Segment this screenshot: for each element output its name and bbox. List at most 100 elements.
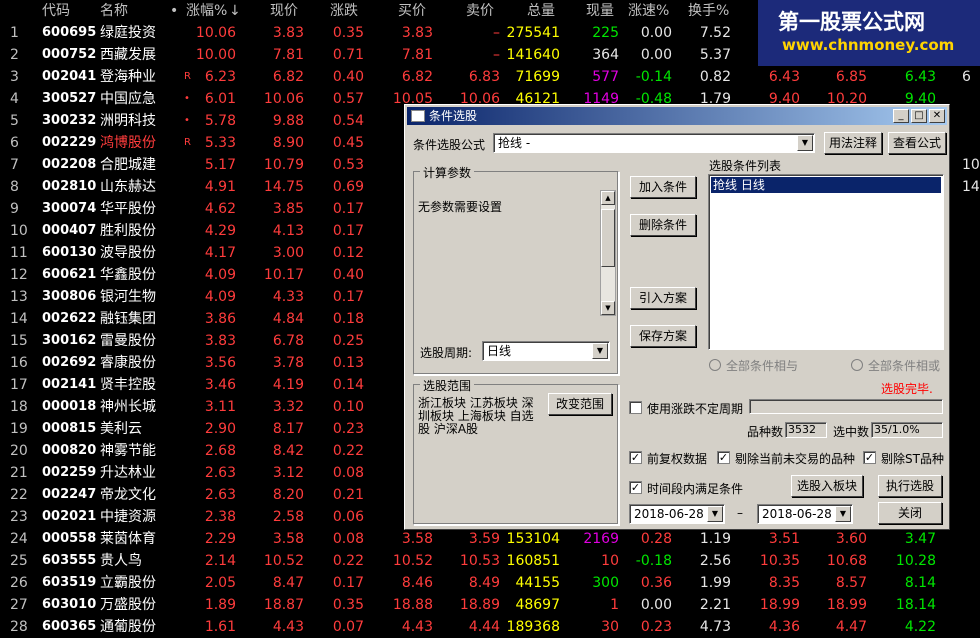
cell-pct: 4.17 [204, 245, 236, 261]
col-header-change[interactable]: 涨跌 [330, 0, 358, 22]
cell-code: 603010 [42, 597, 97, 612]
exclude-untraded-checkbox[interactable]: ✓ [717, 451, 730, 464]
condition-list[interactable]: 抢线 日线 [708, 174, 944, 350]
cell-i: 14 [10, 311, 28, 327]
col-header-name[interactable]: 名称 [100, 0, 128, 22]
cell-code: 000815 [42, 421, 97, 436]
table-row[interactable]: 24 000558 莱茵体育 2.29 3.58 0.08 3.58 3.59 153104 21… [0, 528, 980, 550]
condition-select-dialog[interactable]: 条件选股 _ □ ✕ 条件选股公式 抢线 - ▼ 用法注释 查看公式 计算参数 … [404, 104, 950, 530]
run-selection-button[interactable]: 执行选股 [878, 475, 942, 497]
add-to-block-button[interactable]: 选股入板块 [791, 475, 863, 497]
cell-ask: 10.53 [459, 553, 500, 569]
cell-turn: 2.21 [699, 597, 731, 613]
cell-edge [962, 418, 980, 440]
cell-pct: 3.11 [204, 399, 236, 415]
cell-name: 中国应急 [100, 91, 156, 107]
radio-and[interactable] [709, 359, 721, 371]
cell-ask: 8.49 [468, 575, 500, 591]
delete-condition-button[interactable]: 删除条件 [630, 214, 696, 236]
cell-code: 300232 [42, 113, 97, 128]
cell-chg: 0.10 [332, 399, 364, 415]
col-header-ask[interactable]: 卖价 [466, 0, 494, 22]
date-from-picker[interactable]: 2018-06-28 ▼ [629, 504, 725, 524]
cell-name: 贤丰控股 [100, 377, 156, 393]
minimize-icon[interactable]: _ [893, 109, 909, 123]
formula-select[interactable]: 抢线 - ▼ [493, 133, 815, 153]
cell-price: 10.79 [263, 157, 304, 173]
cell-code: 002247 [42, 487, 97, 502]
scroll-thumb[interactable] [601, 209, 615, 267]
cell-name: 华平股份 [100, 201, 156, 217]
exclude-st-label: 剔除ST品种 [881, 452, 944, 466]
save-scheme-button[interactable]: 保存方案 [630, 325, 696, 347]
table-row[interactable]: 26 603519 立霸股份 2.05 8.47 0.17 8.46 8.49 44155 300… [0, 572, 980, 594]
col-header-volume[interactable]: 总量 [527, 0, 555, 22]
params-scrollbar[interactable]: ▲ ▼ [600, 190, 616, 316]
cell-o: 3.51 [768, 531, 800, 547]
cell-edge [962, 550, 980, 572]
chevron-down-icon[interactable]: ▼ [707, 506, 723, 522]
cell-pct: 4.09 [204, 267, 236, 283]
col-header-bid[interactable]: 买价 [398, 0, 426, 22]
view-formula-button[interactable]: 查看公式 [888, 132, 946, 154]
col-header-current[interactable]: 现量 [586, 0, 614, 22]
cell-price: 6.82 [272, 69, 304, 85]
radio-or[interactable] [851, 359, 863, 371]
cell-i: 3 [10, 69, 19, 85]
cell-h: 6.85 [835, 69, 867, 85]
col-header-code[interactable]: 代码 [42, 0, 70, 22]
table-row[interactable]: 27 603010 万盛股份 1.89 18.87 0.35 18.88 18.89 48697… [0, 594, 980, 616]
chevron-down-icon[interactable]: ▼ [797, 135, 813, 151]
change-range-button[interactable]: 改变范围 [548, 393, 612, 415]
cell-i: 15 [10, 333, 28, 349]
table-row[interactable]: 3 002041 登海种业 R 6.23 6.82 0.40 6.82 6.83 71699 577… [0, 66, 980, 88]
cell-i: 7 [10, 157, 19, 173]
cell-price: 7.81 [272, 47, 304, 63]
cell-ask: 4.44 [468, 619, 500, 635]
cell-edge [962, 308, 980, 330]
close-button[interactable]: 关闭 [878, 502, 942, 524]
col-header-speed[interactable]: 涨速% [628, 0, 669, 22]
close-icon[interactable]: ✕ [929, 109, 945, 123]
table-row[interactable]: 28 600365 通葡股份 1.61 4.43 0.07 4.43 4.44 189368 30… [0, 616, 980, 638]
cell-l: 18.14 [895, 597, 936, 613]
indeterminate-period-checkbox[interactable] [629, 401, 642, 414]
date-from-value: 2018-06-28 [634, 507, 704, 521]
cell-h: 10.68 [826, 553, 867, 569]
cell-code: 300527 [42, 91, 97, 106]
period-all-checkbox[interactable]: ✓ [629, 481, 642, 494]
cell-code: 002692 [42, 355, 97, 370]
scroll-down-icon[interactable]: ▼ [601, 301, 615, 315]
cell-vol: 160851 [506, 553, 560, 569]
adjusted-data-checkbox[interactable]: ✓ [629, 451, 642, 464]
col-header-turnover[interactable]: 换手% [688, 0, 729, 22]
chevron-down-icon[interactable]: ▼ [835, 506, 851, 522]
watermark-title: 第一股票公式网 [778, 10, 925, 34]
cell-name: 美利云 [100, 421, 142, 437]
cell-chg: 0.69 [332, 179, 364, 195]
cell-price: 4.19 [272, 377, 304, 393]
exclude-st-checkbox[interactable]: ✓ [863, 451, 876, 464]
dialog-titlebar[interactable]: 条件选股 _ □ ✕ [407, 107, 947, 125]
cell-o: 4.36 [768, 619, 800, 635]
cell-turn: 1.99 [699, 575, 731, 591]
import-scheme-button[interactable]: 引入方案 [630, 287, 696, 309]
cell-edge [962, 132, 980, 154]
condition-list-label: 选股条件列表 [709, 159, 782, 173]
maximize-icon[interactable]: □ [911, 109, 927, 123]
table-row[interactable]: 25 603555 贵人鸟 2.14 10.52 0.22 10.52 10.53 160851… [0, 550, 980, 572]
cell-i: 12 [10, 267, 28, 283]
cell-turn: 1.19 [699, 531, 731, 547]
date-to-value: 2018-06-28 [762, 507, 832, 521]
date-to-picker[interactable]: 2018-06-28 ▼ [757, 504, 853, 524]
col-header-pct[interactable]: 涨幅% [186, 0, 227, 22]
chevron-down-icon[interactable]: ▼ [592, 343, 608, 359]
period-select[interactable]: 日线 ▼ [482, 341, 610, 361]
condition-list-item[interactable]: 抢线 日线 [711, 177, 941, 193]
col-header-price[interactable]: 现价 [270, 0, 298, 22]
add-condition-button[interactable]: 加入条件 [630, 176, 696, 198]
scroll-up-icon[interactable]: ▲ [601, 191, 615, 205]
cell-price: 10.17 [263, 267, 304, 283]
usage-notes-button[interactable]: 用法注释 [824, 132, 882, 154]
cell-i: 16 [10, 355, 28, 371]
